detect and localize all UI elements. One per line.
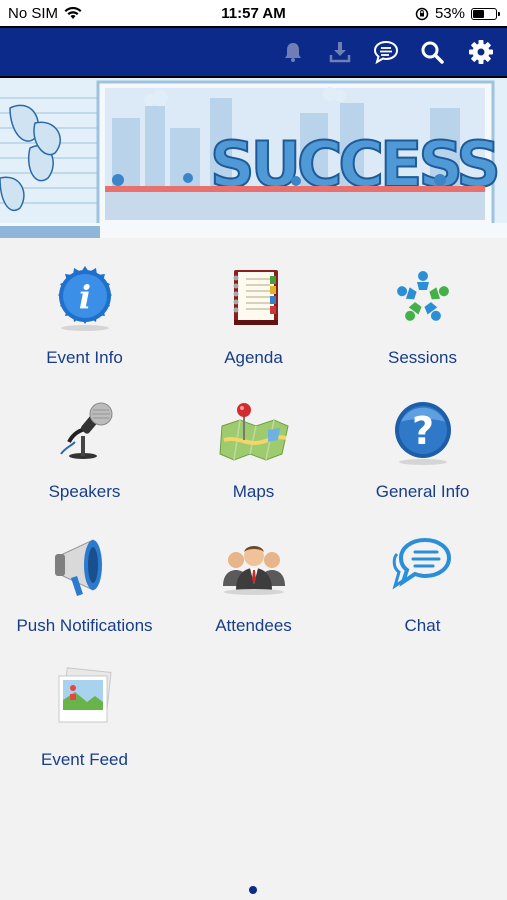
tile-label: Sessions [388, 348, 457, 367]
chat-icon [391, 537, 451, 590]
map-icon [218, 403, 289, 461]
bell-icon[interactable] [279, 38, 307, 66]
info-icon: i [57, 266, 112, 331]
gear-icon[interactable] [467, 38, 495, 66]
tile-label: Push Notifications [16, 616, 153, 635]
page-indicator-dot[interactable] [249, 886, 257, 894]
tile-attendees[interactable]: Attendees [169, 506, 338, 640]
megaphone-icon [54, 539, 102, 596]
tile-chat[interactable]: Chat [338, 506, 507, 640]
agenda-icon [233, 270, 278, 325]
top-nav-bar [0, 26, 507, 78]
tile-push-notifications[interactable]: Push Notifications [0, 506, 169, 640]
tile-label: Agenda [224, 348, 283, 367]
tile-event-feed[interactable]: Event Feed [0, 640, 169, 774]
status-bar: No SIM 11:57 AM 53% [0, 0, 507, 26]
banner-illustration: SUCCESS [0, 78, 507, 238]
tile-label: Attendees [215, 616, 292, 635]
photo-icon [58, 667, 112, 723]
tile-agenda[interactable]: Agenda [169, 238, 338, 372]
attendees-icon [222, 546, 285, 595]
tile-label: Event Info [46, 348, 123, 367]
sessions-icon [396, 271, 449, 321]
microphone-icon [59, 402, 112, 459]
question-icon: ? [394, 402, 451, 465]
tile-label: Event Feed [41, 750, 128, 769]
tile-label: Chat [404, 616, 441, 635]
search-icon[interactable] [418, 38, 446, 66]
battery-group: 53% [415, 5, 500, 22]
tile-general-info[interactable]: ? General Info [338, 372, 507, 506]
tile-label: Speakers [48, 482, 121, 501]
rotation-lock-icon [415, 7, 429, 20]
hero-banner: SUCCESS [0, 78, 507, 238]
tile-sessions[interactable]: Sessions [338, 238, 507, 372]
download-icon[interactable] [326, 38, 354, 66]
battery-icon [471, 7, 500, 20]
tile-speakers[interactable]: Speakers [0, 372, 169, 506]
tile-label: Maps [232, 482, 275, 501]
tile-maps[interactable]: Maps [169, 372, 338, 506]
chat-icon[interactable] [372, 38, 400, 66]
battery-percent: 53% [434, 5, 465, 22]
svg-text:?: ? [411, 409, 433, 453]
tile-label: General Info [375, 482, 470, 501]
tile-event-info[interactable]: i Event Info [0, 238, 169, 372]
svg-text:i: i [78, 278, 90, 316]
